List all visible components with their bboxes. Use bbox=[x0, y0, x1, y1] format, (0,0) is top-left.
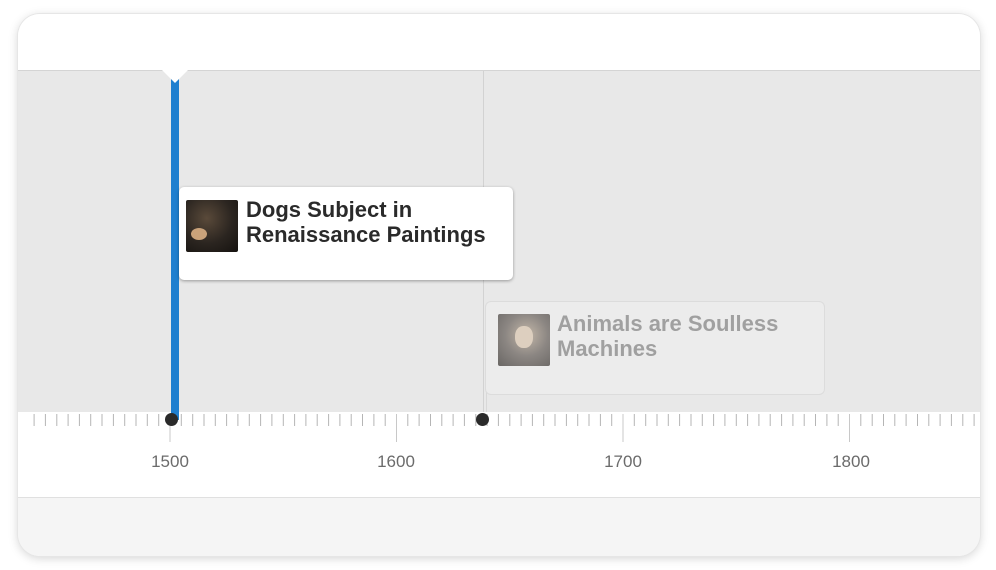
event-dot-1500[interactable] bbox=[165, 413, 178, 426]
current-position-marker[interactable] bbox=[171, 70, 179, 420]
event-card-animals[interactable]: Animals are Soulless Machines bbox=[486, 302, 824, 394]
timeline-header bbox=[18, 14, 980, 70]
portrait-thumbnail-icon bbox=[498, 314, 550, 366]
ruler-ticks bbox=[33, 414, 975, 442]
marker-notch-icon bbox=[161, 69, 189, 83]
event-title: Animals are Soulless Machines bbox=[557, 311, 779, 361]
timeline-footer bbox=[18, 497, 980, 556]
axis-label-1600: 1600 bbox=[377, 452, 415, 471]
axis-label-1700: 1700 bbox=[604, 452, 642, 471]
timeline-ruler[interactable]: 1500 1600 1700 1800 bbox=[18, 412, 980, 497]
event-dot-1640[interactable] bbox=[476, 413, 489, 426]
event-title: Dogs Subject in Renaissance Paintings bbox=[246, 197, 486, 247]
event-card-dogs[interactable]: Dogs Subject in Renaissance Paintings bbox=[179, 187, 513, 280]
axis-label-1800: 1800 bbox=[832, 452, 870, 471]
timeline-widget: 1500 1600 1700 1800 Dogs Subject in Rena… bbox=[18, 14, 980, 556]
axis-label-1500: 1500 bbox=[151, 452, 189, 471]
painting-thumbnail-icon bbox=[186, 200, 238, 252]
